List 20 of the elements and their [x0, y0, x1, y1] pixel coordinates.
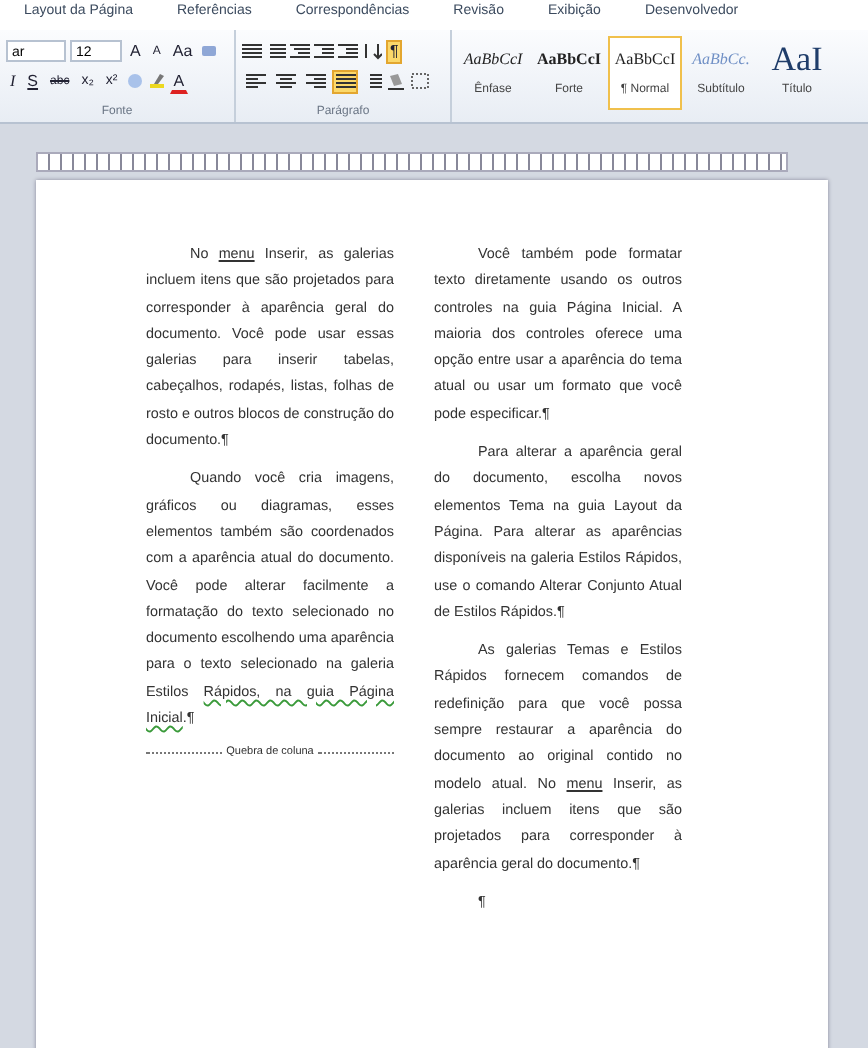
- align-button[interactable]: [332, 69, 358, 93]
- bullets-icon: [242, 42, 262, 60]
- multilevel-list-icon: [290, 42, 310, 60]
- sort-icon: [362, 42, 382, 60]
- show-marks-button[interactable]: ¶: [386, 39, 403, 63]
- underline-button[interactable]: S: [23, 69, 43, 93]
- change-case-button[interactable]: Aa: [168, 39, 197, 63]
- shading-icon: [386, 72, 406, 90]
- align-button[interactable]: [302, 69, 328, 93]
- highlighter-icon[interactable]: [147, 72, 166, 90]
- italic-button[interactable]: I: [6, 69, 20, 93]
- align-button[interactable]: [272, 69, 298, 93]
- numbering-icon: [266, 42, 286, 60]
- font-color-button[interactable]: A: [169, 69, 189, 93]
- increase-indent-icon: [338, 42, 358, 60]
- decrease-indent-icon: [314, 42, 334, 60]
- align-button[interactable]: [242, 69, 268, 93]
- grow-font-button[interactable]: A: [126, 39, 145, 63]
- horizontal-ruler[interactable]: [36, 152, 788, 172]
- borders-icon: [410, 72, 430, 90]
